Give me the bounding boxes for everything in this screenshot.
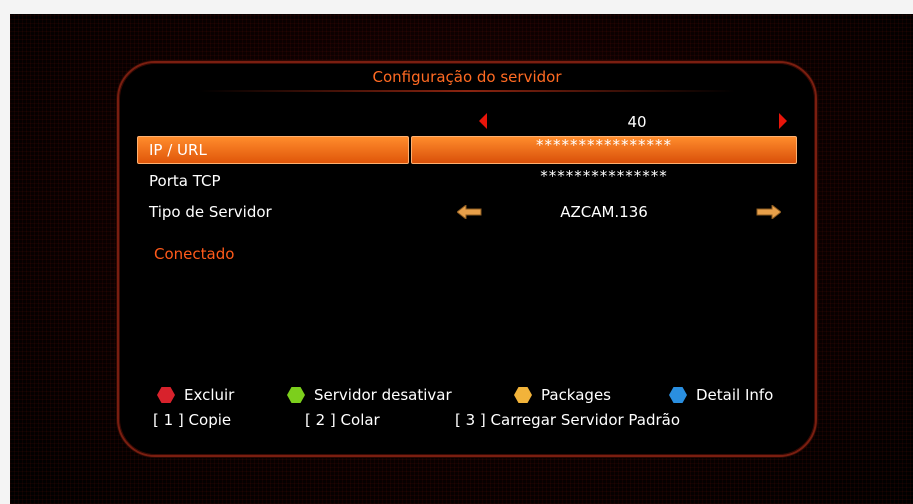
- triangle-right-icon[interactable]: [779, 113, 787, 129]
- red-hex-icon: [157, 387, 175, 403]
- blue-hex-icon: [669, 387, 687, 403]
- color-key-legend: Excluir Servidor desativar Packages Deta…: [157, 383, 803, 407]
- title-divider: [199, 90, 735, 92]
- shortcut-copie[interactable]: [ 1 ] Copie: [153, 409, 231, 431]
- row-tipo-servidor[interactable]: Tipo de Servidor AZCAM.136: [137, 198, 797, 226]
- shortcut-colar[interactable]: [ 2 ] Colar: [305, 409, 380, 431]
- dialog-title: Configuração do servidor: [372, 68, 562, 86]
- tipo-servidor-value[interactable]: AZCAM.136: [411, 198, 797, 226]
- legend-label: Detail Info: [696, 386, 774, 404]
- server-pager[interactable]: 40: [137, 105, 797, 133]
- arrow-right-icon[interactable]: [755, 205, 781, 219]
- porta-tcp-value[interactable]: ***************: [411, 167, 797, 195]
- connection-status: Conectado: [154, 245, 235, 263]
- row-ip-url[interactable]: IP / URL ****************: [137, 136, 797, 164]
- server-index: 40: [627, 113, 647, 131]
- shortcut-keys: [ 1 ] Copie [ 2 ] Colar [ 3 ] Carregar S…: [153, 409, 803, 433]
- row-porta-tcp[interactable]: Porta TCP ***************: [137, 167, 797, 195]
- legend-label: Packages: [541, 386, 611, 404]
- tipo-servidor-label: Tipo de Servidor: [149, 203, 272, 221]
- green-hex-icon: [287, 387, 305, 403]
- triangle-left-icon[interactable]: [479, 113, 487, 129]
- porta-tcp-label: Porta TCP: [149, 172, 221, 190]
- legend-label: Excluir: [184, 386, 235, 404]
- yellow-hex-icon: [514, 387, 532, 403]
- tv-screen: Configuração do servidor 40 IP / URL ***…: [10, 14, 913, 504]
- server-config-dialog: Configuração do servidor 40 IP / URL ***…: [117, 61, 817, 457]
- ip-url-value[interactable]: ****************: [411, 136, 797, 164]
- ip-url-label: IP / URL: [149, 141, 207, 159]
- shortcut-carregar[interactable]: [ 3 ] Carregar Servidor Padrão: [455, 409, 680, 431]
- legend-label: Servidor desativar: [314, 386, 452, 404]
